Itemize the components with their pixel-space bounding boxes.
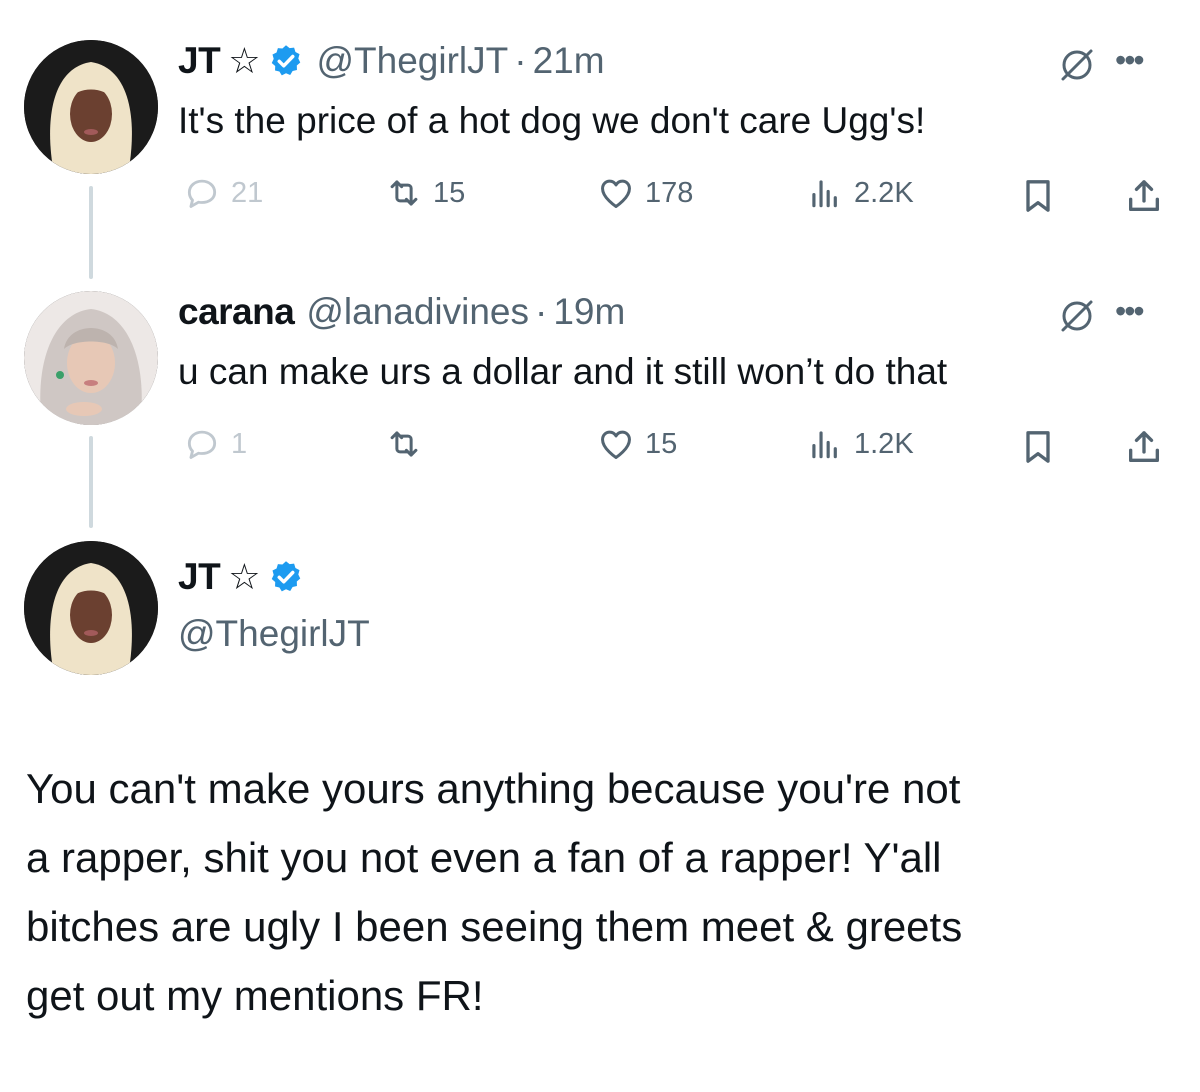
tweet-header: carana @lanadivines · 19m [178, 291, 625, 333]
star-icon: ☆ [228, 556, 261, 597]
retweet-icon [390, 431, 418, 457]
author-name[interactable]: carana [178, 291, 295, 333]
bookmark-icon[interactable] [1018, 176, 1058, 216]
tweet-header: JT ☆ [178, 556, 304, 598]
tweet-text: u can make urs a dollar and it still won… [178, 351, 948, 392]
retweet-button[interactable] [385, 425, 433, 463]
like-count: 178 [645, 176, 694, 209]
tweet-line: bitches are ugly I been seeing them meet… [26, 903, 963, 950]
star-icon: ☆ [228, 40, 261, 81]
retweet-button[interactable]: 15 [385, 174, 465, 212]
reply-button[interactable]: 21 [183, 174, 263, 212]
avatar[interactable] [24, 291, 158, 425]
share-icon[interactable] [1124, 176, 1164, 216]
views-count: 2.2K [854, 176, 914, 209]
like-icon [601, 430, 631, 459]
views-button[interactable]: 1.2K [806, 425, 914, 463]
avatar[interactable] [24, 40, 158, 174]
tweet-line: a rapper, shit you not even a fan of a r… [26, 834, 942, 881]
reply-count: 21 [231, 176, 264, 209]
like-button[interactable]: 15 [597, 425, 677, 463]
retweet-icon [390, 180, 418, 206]
like-count: 15 [645, 427, 678, 460]
views-icon [812, 180, 837, 208]
tweet-text: You can't make yours anything because yo… [26, 754, 1176, 1030]
share-icon[interactable] [1124, 427, 1164, 467]
more-icon[interactable]: ••• [1115, 42, 1145, 79]
author-name[interactable]: JT [178, 556, 221, 598]
tweet-line: You can't make yours anything because yo… [26, 765, 961, 812]
like-icon [601, 179, 631, 208]
reply-button[interactable]: 1 [183, 425, 247, 463]
timestamp[interactable]: 21m [533, 40, 605, 82]
more-icon[interactable]: ••• [1115, 293, 1145, 330]
reply-count: 1 [231, 427, 248, 460]
views-button[interactable]: 2.2K [806, 174, 914, 212]
grok-icon[interactable] [1057, 45, 1097, 85]
author-handle[interactable]: @lanadivines [306, 291, 529, 333]
separator-dot: · [514, 40, 527, 81]
separator-dot: · [535, 291, 548, 332]
verified-icon [272, 561, 301, 592]
reply-icon [187, 179, 217, 208]
thread-line-1 [89, 186, 93, 279]
views-count: 1.2K [854, 427, 914, 460]
views-icon [812, 431, 837, 459]
timestamp[interactable]: 19m [553, 291, 625, 333]
like-button[interactable]: 178 [597, 174, 693, 212]
avatar[interactable] [24, 541, 158, 675]
tweet-text: It's the price of a hot dog we don't car… [178, 100, 926, 141]
tweet-line: get out my mentions FR! [26, 972, 484, 1019]
author-handle[interactable]: @ThegirlJT [178, 613, 370, 655]
reply-icon [187, 430, 217, 459]
author-name[interactable]: JT [178, 40, 221, 82]
retweet-count: 15 [433, 176, 466, 209]
bookmark-icon[interactable] [1018, 427, 1058, 467]
grok-icon[interactable] [1057, 296, 1097, 336]
author-handle[interactable]: @ThegirlJT [316, 40, 508, 82]
tweet-header: JT ☆ @ThegirlJT · 21m [178, 40, 605, 82]
verified-icon [272, 45, 301, 76]
thread-line-2 [89, 436, 93, 528]
